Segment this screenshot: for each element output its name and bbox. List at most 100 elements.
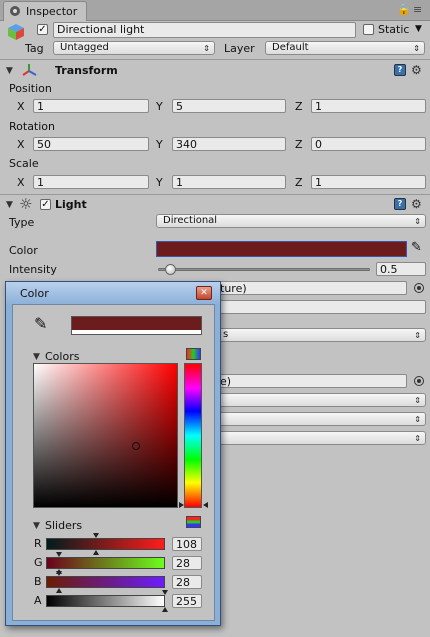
color-picker-window[interactable]: Color ✕ ✎ ▼ Colors ▼ Sliders R 108 G 28 … xyxy=(5,281,221,626)
g-slider[interactable] xyxy=(46,557,165,569)
popup-arrows-icon: ⇕ xyxy=(414,217,421,226)
layer-value: Default xyxy=(272,42,309,53)
inspector-tab-title: Inspector xyxy=(26,5,78,18)
help-icon[interactable]: ? xyxy=(394,64,406,76)
popup-arrows-icon: ⇕ xyxy=(414,331,421,340)
selected-color-swatch xyxy=(71,316,202,335)
type-popup[interactable]: Directional ⇕ xyxy=(156,214,426,228)
static-dropdown-icon[interactable]: ▼ xyxy=(415,24,422,34)
object-picker-icon[interactable] xyxy=(414,376,424,386)
b-slider-handle-top[interactable] xyxy=(56,571,63,576)
b-value-field[interactable]: 28 xyxy=(172,575,202,589)
scale-x-label[interactable]: X xyxy=(17,176,25,189)
saturation-value-field[interactable] xyxy=(33,363,178,508)
r-slider-handle-bottom[interactable] xyxy=(92,550,99,555)
intensity-slider-track[interactable] xyxy=(158,268,370,271)
position-z-field[interactable]: 1 xyxy=(311,99,426,113)
popup-arrows-icon: ⇕ xyxy=(414,434,421,443)
hue-slider[interactable] xyxy=(184,363,202,508)
popup-arrows-icon: ⇕ xyxy=(414,415,421,424)
gameobject-cube-icon xyxy=(7,23,25,41)
intensity-field[interactable]: 0.5 xyxy=(376,262,426,276)
hue-marker-left[interactable] xyxy=(179,502,184,508)
tag-value: Untagged xyxy=(60,42,109,53)
static-label: Static xyxy=(378,23,410,36)
a-slider[interactable] xyxy=(46,595,165,607)
object-picker-icon[interactable] xyxy=(414,283,424,293)
rotation-z-field[interactable]: 0 xyxy=(311,137,426,151)
eyedropper-icon[interactable]: ✎ xyxy=(411,240,422,255)
light-enabled-checkbox[interactable]: ✓ xyxy=(40,199,51,210)
light-foldout-icon[interactable]: ▼ xyxy=(6,200,13,210)
position-y-field[interactable]: 5 xyxy=(172,99,286,113)
scale-y-label[interactable]: Y xyxy=(156,176,163,189)
transform-title: Transform xyxy=(55,64,118,77)
scale-z-field[interactable]: 1 xyxy=(311,175,426,189)
light-color-field[interactable] xyxy=(156,241,407,257)
color-cursor[interactable] xyxy=(132,442,140,450)
b-slider-handle-bottom[interactable] xyxy=(56,588,63,593)
colors-section-label: Colors xyxy=(45,350,80,363)
tag-popup[interactable]: Untagged ⇕ xyxy=(53,41,215,55)
color-mode-icon[interactable] xyxy=(186,348,201,360)
a-slider-handle-top[interactable] xyxy=(162,590,168,595)
r-value-field[interactable]: 108 xyxy=(172,537,202,551)
layer-popup[interactable]: Default ⇕ xyxy=(265,41,425,55)
position-x-label[interactable]: X xyxy=(17,100,25,113)
rotation-y-label[interactable]: Y xyxy=(156,138,163,151)
sliders-section-label: Sliders xyxy=(45,519,83,532)
light-sun-icon: ☼ xyxy=(19,195,33,213)
rotation-x-label[interactable]: X xyxy=(17,138,25,151)
color-label: Color xyxy=(9,244,38,257)
tab-menu-icon[interactable]: ≡ xyxy=(413,3,422,16)
sliders-foldout-icon[interactable]: ▼ xyxy=(33,521,40,531)
close-button[interactable]: ✕ xyxy=(196,286,212,300)
transform-foldout-icon[interactable]: ▼ xyxy=(6,66,13,76)
intensity-label: Intensity xyxy=(9,263,57,276)
r-slider[interactable] xyxy=(46,538,165,550)
scale-label: Scale xyxy=(9,157,39,170)
position-label: Position xyxy=(9,82,52,95)
a-slider-handle-bottom[interactable] xyxy=(162,607,168,612)
rotation-z-label[interactable]: Z xyxy=(295,138,303,151)
lock-icon[interactable]: 🔒 xyxy=(397,3,411,16)
inspector-icon xyxy=(10,6,20,16)
active-checkbox[interactable]: ✓ xyxy=(37,24,48,35)
inspector-tab[interactable]: Inspector xyxy=(3,1,87,21)
b-slider[interactable] xyxy=(46,576,165,588)
scale-x-field[interactable]: 1 xyxy=(33,175,149,189)
eyedropper-icon[interactable]: ✎ xyxy=(34,316,47,332)
intensity-slider-thumb[interactable] xyxy=(165,264,177,275)
divider xyxy=(0,59,430,60)
position-z-label[interactable]: Z xyxy=(295,100,303,113)
tag-label: Tag xyxy=(25,42,44,55)
slider-mode-icon[interactable] xyxy=(186,516,201,528)
scale-y-field[interactable]: 1 xyxy=(172,175,286,189)
rotation-y-field[interactable]: 340 xyxy=(172,137,286,151)
color-window-body: ✎ ▼ Colors ▼ Sliders R 108 G 28 B 28 A 2… xyxy=(12,304,215,621)
r-slider-handle-top[interactable] xyxy=(92,533,99,538)
color-window-titlebar[interactable]: Color ✕ xyxy=(6,282,220,304)
gear-icon[interactable]: ⚙ xyxy=(411,198,422,210)
rotation-x-field[interactable]: 50 xyxy=(33,137,149,151)
color-window-title: Color xyxy=(20,287,49,300)
position-y-label[interactable]: Y xyxy=(156,100,163,113)
help-icon[interactable]: ? xyxy=(394,198,406,210)
layer-label: Layer xyxy=(224,42,255,55)
type-label: Type xyxy=(9,216,35,229)
b-label: B xyxy=(34,575,42,588)
light-title: Light xyxy=(55,198,87,211)
hue-marker-right[interactable] xyxy=(203,502,208,508)
gear-icon[interactable]: ⚙ xyxy=(411,64,422,76)
popup-arrows-icon: ⇕ xyxy=(414,396,421,405)
a-label: A xyxy=(34,594,42,607)
rotation-label: Rotation xyxy=(9,120,56,133)
static-checkbox[interactable] xyxy=(363,24,374,35)
g-value-field[interactable]: 28 xyxy=(172,556,202,570)
scale-z-label[interactable]: Z xyxy=(295,176,303,189)
g-slider-handle-top[interactable] xyxy=(56,552,63,557)
position-x-field[interactable]: 1 xyxy=(33,99,149,113)
a-value-field[interactable]: 255 xyxy=(172,594,202,608)
object-name-field[interactable]: Directional light xyxy=(53,22,356,38)
colors-foldout-icon[interactable]: ▼ xyxy=(33,352,40,362)
